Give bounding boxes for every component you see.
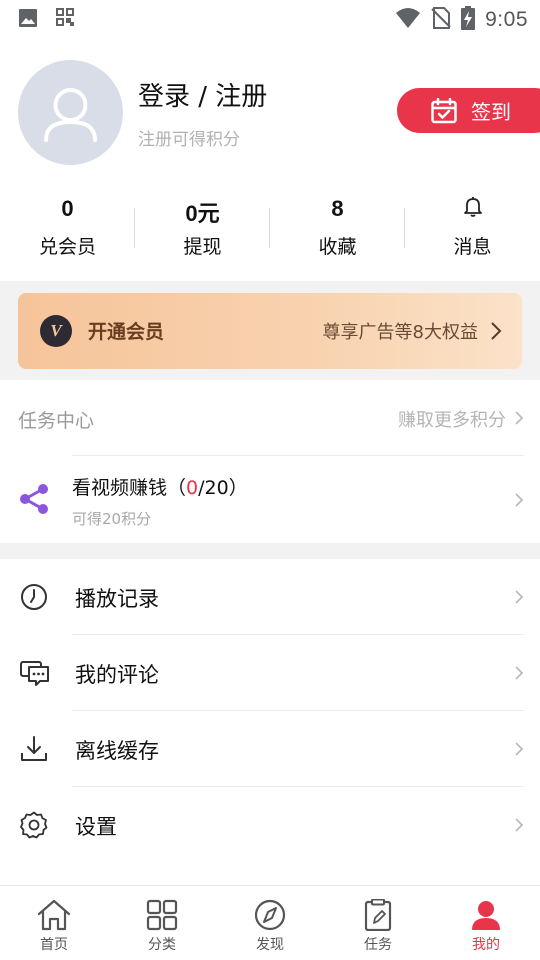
status-bar: 9:05 [0, 0, 540, 36]
check-in-label: 签到 [471, 100, 511, 124]
nav-label: 任务 [364, 937, 392, 953]
menu-label: 播放记录 [75, 587, 159, 611]
no-sim-icon [431, 7, 451, 33]
nav-tab-discover[interactable]: 发现 [216, 886, 324, 960]
chevron-right-icon [514, 741, 524, 761]
section-gap [0, 543, 540, 559]
stat-redeem-vip[interactable]: 0 兑会员 [0, 190, 135, 266]
chevron-right-icon [514, 665, 524, 685]
chevron-right-icon [514, 410, 524, 430]
bell-icon [463, 196, 483, 222]
nav-label: 分类 [148, 937, 176, 953]
stat-label: 提现 [183, 236, 222, 258]
gear-icon [20, 811, 48, 843]
qr-grid-icon [56, 8, 74, 32]
task-center-header[interactable]: 任务中心 赚取更多积分 [0, 380, 540, 456]
vip-banner[interactable]: V 开通会员 尊享广告等8大权益 [18, 293, 522, 369]
status-time: 9:05 [485, 8, 528, 31]
chevron-right-icon [514, 492, 524, 512]
chevron-right-icon [514, 589, 524, 609]
user-silhouette-icon [44, 88, 97, 142]
chevron-right-icon [514, 817, 524, 837]
menu-label: 离线缓存 [75, 739, 159, 763]
task-name-text: 看视频赚钱（ [72, 477, 187, 499]
compass-icon [252, 899, 288, 935]
menu-item-settings[interactable]: 设置 [0, 787, 540, 863]
login-subtitle: 注册可得积分 [138, 130, 240, 150]
menu-item-my-comments[interactable]: 我的评论 [0, 635, 540, 711]
nav-label: 我的 [472, 937, 500, 953]
nav-label: 首页 [40, 937, 68, 953]
nav-label: 发现 [256, 937, 284, 953]
nav-tab-home[interactable]: 首页 [0, 886, 108, 960]
stat-favorites[interactable]: 8 收藏 [270, 190, 405, 266]
menu-label: 设置 [75, 815, 117, 839]
download-icon [20, 735, 48, 767]
profile-header: 登录 / 注册 注册可得积分 签到 [0, 56, 540, 171]
nav-tab-tasks[interactable]: 任务 [324, 886, 432, 960]
share-icon [18, 483, 50, 519]
clock-icon [20, 583, 48, 615]
menu-label: 我的评论 [75, 663, 159, 687]
battery-charging-icon [461, 6, 476, 34]
stat-label: 消息 [453, 236, 492, 258]
home-icon [36, 899, 72, 935]
login-register-link[interactable]: 登录 / 注册 [138, 76, 267, 113]
calendar-check-icon [431, 97, 457, 123]
task-progress-total: /20） [198, 477, 248, 499]
nav-tab-category[interactable]: 分类 [108, 886, 216, 960]
menu-item-play-history[interactable]: 播放记录 [0, 559, 540, 635]
bottom-nav: 首页 分类 发现 任务 我的 [0, 885, 540, 960]
avatar[interactable] [18, 60, 123, 165]
image-icon [18, 8, 38, 32]
clipboard-icon [360, 898, 396, 935]
nav-tab-mine[interactable]: 我的 [432, 886, 540, 960]
check-in-button[interactable]: 签到 [397, 88, 540, 133]
stats-row: 0 兑会员 0元 提现 8 收藏 消息 [0, 190, 540, 266]
stat-messages[interactable]: 消息 [405, 190, 540, 266]
task-name: 看视频赚钱（0/20） [72, 473, 248, 500]
stat-value: 8 [331, 196, 344, 221]
vip-badge-icon: V [40, 315, 72, 347]
menu-item-offline-cache[interactable]: 离线缓存 [0, 711, 540, 787]
stat-label: 收藏 [318, 236, 357, 258]
comment-icon [20, 659, 50, 691]
task-progress-done: 0 [186, 477, 199, 499]
task-reward: 可得20积分 [72, 510, 152, 528]
stat-value: 0元 [185, 201, 220, 226]
chevron-right-icon [490, 321, 502, 345]
category-grid-icon [144, 899, 180, 935]
vip-title: 开通会员 [88, 321, 165, 343]
stat-withdraw[interactable]: 0元 提现 [135, 190, 270, 266]
stat-label: 兑会员 [38, 236, 96, 258]
earn-more-link[interactable]: 赚取更多积分 [398, 406, 506, 432]
vip-description: 尊享广告等8大权益 [322, 322, 478, 343]
task-center-title: 任务中心 [18, 410, 95, 432]
stat-value: 0 [61, 196, 74, 221]
wifi-icon [395, 7, 421, 33]
person-icon [468, 899, 504, 935]
task-item-watch-video[interactable]: 看视频赚钱（0/20） 可得20积分 [0, 456, 540, 542]
